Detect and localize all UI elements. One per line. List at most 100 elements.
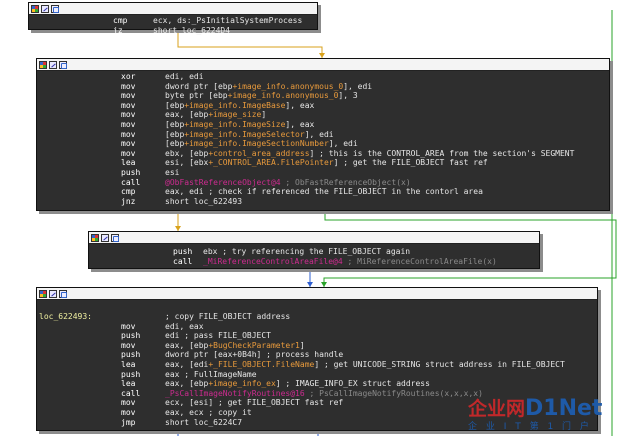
- code-line[interactable]: push esi: [37, 168, 609, 178]
- code-operands[interactable]: edi, edi: [165, 72, 204, 82]
- code-line[interactable]: call _MiReferenceControlAreaFile@4 ; MiRe…: [89, 257, 539, 267]
- watermark-logo: 企业网D1Net 企 业 I T 第 1 门 户: [468, 394, 602, 432]
- code-operands[interactable]: esi: [165, 168, 179, 178]
- code-operands[interactable]: [ebp+image_info.ImageSelector], edi: [165, 130, 334, 140]
- code-operands[interactable]: byte ptr [ebp+image_info.anonymous_0], 3: [165, 91, 358, 101]
- code-operands[interactable]: ecx, [esi] ; get FILE_OBJECT fast ref: [165, 398, 343, 408]
- code-operands[interactable]: @ObFastReferenceObject@4 ; ObFastReferen…: [165, 178, 411, 188]
- code-line[interactable]: mov [ebp+image_info.ImageSize], eax: [37, 120, 609, 130]
- code-line[interactable]: lea eax, [edi+_FILE_OBJECT.FileName] ; ge…: [37, 360, 597, 370]
- code-mnemonic: mov: [121, 110, 136, 120]
- code-operands[interactable]: _PsCallImageNotifyRoutines@16 ; PsCallIm…: [165, 389, 483, 399]
- code-mnemonic: cmp: [113, 16, 128, 25]
- code-line[interactable]: jz short loc_6224D4: [29, 26, 317, 36]
- group-icon[interactable]: [59, 289, 67, 298]
- color-icon[interactable]: [39, 289, 47, 298]
- code-operands[interactable]: dword ptr [ebp+image_info.anonymous_0], …: [165, 82, 372, 92]
- code-mnemonic: push: [173, 247, 193, 256]
- code-line[interactable]: mov [ebp+image_info.ImageBase], eax: [37, 101, 609, 111]
- code-mnemonic: mov: [121, 340, 136, 350]
- color-icon[interactable]: [31, 4, 39, 13]
- code-operands[interactable]: esi, [ebx+_CONTROL_AREA.FilePointer] ; g…: [165, 158, 488, 168]
- code-line[interactable]: mov ebx, [ebp+control_area_address] ; thi…: [37, 149, 609, 159]
- code-operands[interactable]: eax, edi ; check if referenced the FILE_…: [165, 187, 483, 197]
- code-operands[interactable]: _MiReferenceControlAreaFile@4 ; MiRefere…: [203, 257, 497, 267]
- block-ps-initial-process[interactable]: cmp ecx, ds:_PsInitialSystemProcessjz shor…: [28, 2, 318, 35]
- code-operands[interactable]: eax, [ebp+image_info_ex] ; IMAGE_INFO_EX…: [165, 379, 430, 389]
- code-operands[interactable]: [ebp+image_info.ImageSize], eax: [165, 120, 314, 130]
- code-operands[interactable]: edi ; pass FILE_OBJECT: [165, 331, 271, 341]
- group-icon[interactable]: [51, 4, 59, 13]
- code-line[interactable]: mov byte ptr [ebp+image_info.anonymous_0]…: [37, 91, 609, 101]
- code-mnemonic: mov: [121, 407, 136, 417]
- code-line[interactable]: lea eax, [ebp+image_info_ex] ; IMAGE_INFO…: [37, 379, 597, 389]
- code-line[interactable]: push dword ptr [eax+0B4h] ; process handl…: [37, 350, 597, 360]
- code-operands[interactable]: ebx, [ebp+control_area_address] ; this i…: [165, 149, 574, 159]
- code-line[interactable]: lea esi, [ebx+_CONTROL_AREA.FilePointer] …: [37, 158, 609, 168]
- code-line[interactable]: cmp eax, edi ; check if referenced the FI…: [37, 187, 609, 197]
- code-operands[interactable]: eax, [ebp+image_size]: [165, 110, 266, 120]
- color-icon[interactable]: [39, 60, 47, 69]
- block-image-info[interactable]: xor edi, edi mov dword ptr [ebp+image_info.…: [36, 58, 610, 211]
- code-label[interactable]: loc_622493:: [39, 312, 92, 322]
- code-line[interactable]: mov [ebp+image_info.ImageSelector], edi: [37, 130, 609, 140]
- block-header: [89, 232, 539, 244]
- watermark-brand-cn: 企业网: [468, 398, 526, 420]
- code-mnemonic: mov: [121, 81, 136, 91]
- group-icon[interactable]: [111, 233, 119, 242]
- code-mnemonic: cmp: [121, 187, 136, 197]
- code-mnemonic: call: [173, 256, 193, 266]
- code-operands[interactable]: [ebp+image_info.ImageBase], eax: [165, 101, 314, 111]
- code-mnemonic: mov: [121, 398, 136, 408]
- rename-icon[interactable]: [101, 233, 109, 242]
- code-operands[interactable]: eax, [ebp+BugCheckParameter1]: [165, 341, 305, 351]
- rename-icon[interactable]: [49, 60, 57, 69]
- code-operands[interactable]: edi, eax: [165, 322, 204, 332]
- code-operands[interactable]: ebx ; try referencing the FILE_OBJECT ag…: [203, 247, 410, 257]
- code-line[interactable]: push eax ; FullImageName: [37, 370, 597, 380]
- code-operands[interactable]: [ebp+image_info.ImageSectionNumber], edi: [165, 139, 358, 149]
- code-line[interactable]: mov edi, eax: [37, 322, 597, 332]
- code-mnemonic: lea: [121, 158, 136, 168]
- group-icon[interactable]: [59, 60, 67, 69]
- code-line[interactable]: jnz short loc_622493: [37, 197, 609, 207]
- code-mnemonic: push: [121, 331, 141, 341]
- code-mnemonic: mov: [121, 139, 136, 149]
- code-mnemonic: push: [121, 350, 141, 360]
- code-mnemonic: lea: [121, 379, 136, 389]
- code-operands[interactable]: ; copy FILE_OBJECT address: [165, 312, 290, 322]
- code-mnemonic: push: [121, 167, 141, 177]
- code-line[interactable]: mov dword ptr [ebp+image_info.anonymous_0…: [37, 82, 609, 92]
- code-operands[interactable]: short loc_6224C7: [165, 418, 242, 428]
- watermark-brand-en: D1Net: [525, 396, 603, 421]
- color-icon[interactable]: [91, 233, 99, 242]
- code-line[interactable]: call @ObFastReferenceObject@4 ; ObFastRef…: [37, 178, 609, 188]
- code-operands[interactable]: short loc_6224D4: [153, 26, 230, 36]
- code-mnemonic: mov: [121, 321, 136, 331]
- code-line[interactable]: cmp ecx, ds:_PsInitialSystemProcess: [29, 16, 317, 26]
- code-mnemonic: mov: [121, 129, 136, 139]
- code-operands[interactable]: eax, [edi+_FILE_OBJECT.FileName] ; get U…: [165, 360, 565, 370]
- code-line[interactable]: mov eax, [ebp+image_size]: [37, 110, 609, 120]
- block-header: [29, 3, 317, 15]
- code-mnemonic: call: [121, 388, 141, 398]
- code-mnemonic: mov: [121, 148, 136, 158]
- code-line[interactable]: push ebx ; try referencing the FILE_OBJEC…: [89, 247, 539, 257]
- code-line[interactable]: mov eax, [ebp+BugCheckParameter1]: [37, 341, 597, 351]
- rename-icon[interactable]: [49, 289, 57, 298]
- code-operands[interactable]: short loc_622493: [165, 197, 242, 207]
- code-line[interactable]: xor edi, edi: [37, 72, 609, 82]
- rename-icon[interactable]: [41, 4, 49, 13]
- code-line[interactable]: push edi ; pass FILE_OBJECT: [37, 331, 597, 341]
- code-operands[interactable]: eax, ecx ; copy it: [165, 408, 252, 418]
- code-line[interactable]: loc_622493: ; copy FILE_OBJECT address: [37, 312, 597, 322]
- code-operands[interactable]: ecx, ds:_PsInitialSystemProcess: [153, 16, 302, 26]
- code-mnemonic: mov: [121, 91, 136, 101]
- code-mnemonic: push: [121, 369, 141, 379]
- block-mi-reference[interactable]: push ebx ; try referencing the FILE_OBJEC…: [88, 231, 540, 269]
- code-operands[interactable]: eax ; FullImageName: [165, 370, 257, 380]
- code-mnemonic: jz: [113, 25, 123, 35]
- code-operands[interactable]: dword ptr [eax+0B4h] ; process handle: [165, 350, 343, 360]
- block-header: [37, 288, 597, 300]
- code-line[interactable]: mov [ebp+image_info.ImageSectionNumber], …: [37, 139, 609, 149]
